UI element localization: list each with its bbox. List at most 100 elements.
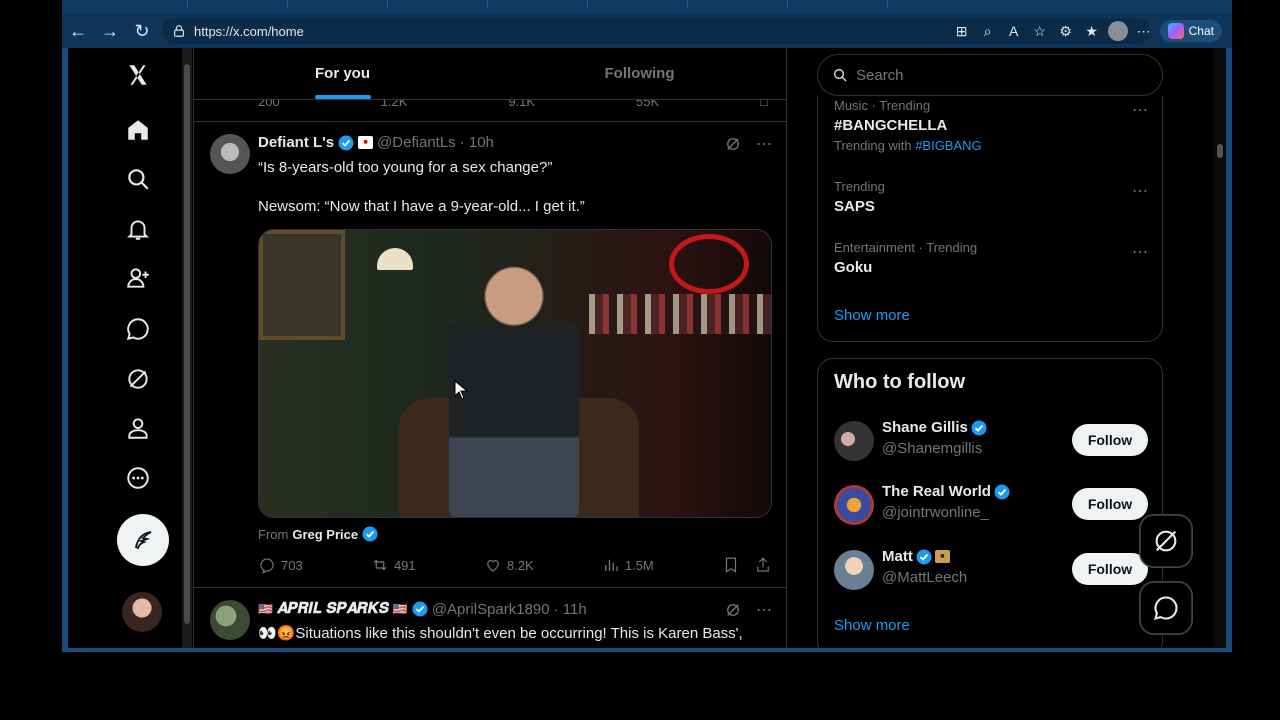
tweet[interactable]: 🇺🇸 𝑨𝑷𝑹𝑰𝑳 𝑺𝑷𝑨𝑹𝑲𝑺 🇺🇸 @AprilSpark1890 · 11h…	[194, 587, 786, 648]
notifications-bell-icon[interactable]	[123, 214, 153, 244]
browser-tab[interactable]	[588, 0, 688, 8]
profile-icon[interactable]	[123, 413, 153, 443]
verified-badge-icon	[916, 549, 932, 564]
x-logo-icon[interactable]	[123, 60, 153, 90]
zoom-icon[interactable]: ⌕	[978, 21, 998, 41]
like-count: 8.2K	[506, 557, 534, 573]
tweet-more-icon[interactable]: ⋯	[756, 134, 772, 154]
tweet-author-avatar[interactable]	[210, 600, 250, 640]
messages-float-button[interactable]	[1140, 582, 1192, 634]
us-flag-icon: 🇺🇸	[392, 602, 408, 616]
extensions-icon[interactable]: ⚙	[1056, 21, 1076, 41]
trend-item[interactable]: Entertainment · Trending Goku ⋯	[834, 240, 1148, 276]
follow-people-icon[interactable]	[123, 263, 153, 293]
bookmark-icon[interactable]	[722, 556, 740, 574]
profile-icon[interactable]	[1107, 21, 1128, 41]
active-tab-indicator	[314, 95, 371, 99]
trend-more-icon[interactable]: ⋯	[1132, 100, 1148, 120]
suggestion-name: Shane Gillis	[882, 419, 968, 436]
verified-badge-icon	[994, 484, 1010, 499]
app-available-icon[interactable]: ⊞	[952, 21, 972, 41]
grok-icon[interactable]	[724, 601, 742, 619]
tweet-author-handle[interactable]: @AprilSpark1890	[432, 601, 550, 618]
tweet[interactable]: Defiant L's ■ @DefiantLs · 10h ⋯ “Is 8-y…	[194, 121, 786, 587]
trend-item[interactable]: Music · Trending #BANGCHELLA Trending wi…	[834, 98, 1148, 153]
verified-badge-icon	[362, 526, 378, 542]
tweet-author-name[interactable]: 𝑨𝑷𝑹𝑰𝑳 𝑺𝑷𝑨𝑹𝑲𝑺	[277, 600, 389, 618]
trend-more-icon[interactable]: ⋯	[1132, 242, 1148, 262]
trend-sub-prefix: Trending with	[834, 138, 912, 153]
from-name[interactable]: Greg Price	[292, 527, 358, 542]
tweet-author-avatar[interactable]	[210, 134, 250, 174]
trend-item[interactable]: Trending SAPS ⋯	[834, 179, 1148, 215]
account-avatar[interactable]	[122, 592, 162, 632]
follow-button[interactable]: Follow	[1072, 553, 1148, 585]
grok-float-button[interactable]	[1140, 515, 1192, 567]
right-scrollbar[interactable]	[1214, 48, 1226, 648]
reply-button[interactable]: 703	[258, 556, 303, 574]
browser-tab[interactable]	[488, 0, 588, 8]
avatar[interactable]	[834, 421, 874, 461]
tweet-actions: 703 491 8.2K 1.5M	[258, 556, 772, 574]
favorites-icon[interactable]: ★	[1082, 21, 1102, 41]
tweet-video[interactable]	[258, 229, 772, 518]
messages-bubble-icon	[1154, 596, 1178, 620]
tweet-text: “Is 8-years-old too young for a sex chan…	[258, 158, 768, 217]
browser-tab[interactable]	[188, 0, 288, 8]
browser-tab[interactable]	[788, 0, 888, 8]
home-icon[interactable]	[123, 115, 153, 145]
trends-show-more-link[interactable]: Show more	[834, 307, 910, 324]
forward-button[interactable]: →	[94, 17, 126, 45]
avatar[interactable]	[834, 485, 874, 525]
tweet-more-icon[interactable]: ⋯	[756, 600, 772, 620]
read-aloud-icon[interactable]: A	[1004, 21, 1024, 41]
follow-suggestion[interactable]: Matt ■ @MattLeech Follow	[834, 548, 1148, 592]
suggestion-handle: @jointrwonline_	[882, 504, 989, 521]
views-chart-icon	[604, 559, 618, 571]
grok-icon[interactable]	[724, 135, 742, 153]
browser-tab[interactable]	[98, 0, 188, 8]
tweet-time[interactable]: · 10h	[460, 134, 494, 151]
avatar[interactable]	[834, 550, 874, 590]
verified-badge-icon	[412, 601, 428, 617]
messages-bubble-icon[interactable]	[123, 314, 153, 344]
browser-tab[interactable]	[688, 0, 788, 8]
suggestion-name: The Real World	[882, 483, 991, 500]
left-scrollbar[interactable]	[182, 48, 192, 648]
tab-following[interactable]: Following	[491, 48, 786, 99]
more-icon[interactable]: ⋯	[1134, 21, 1154, 41]
trend-subtitle: Trending with #BIGBANG	[834, 138, 1148, 153]
repost-button[interactable]: 491	[371, 556, 416, 574]
reply-count: 703	[281, 557, 303, 573]
search-icon[interactable]	[123, 164, 153, 194]
who-to-follow-show-more-link[interactable]: Show more	[834, 617, 910, 634]
follow-suggestion[interactable]: The Real World @jointrwonline_ Follow	[834, 483, 1148, 527]
trend-more-icon[interactable]: ⋯	[1132, 181, 1148, 201]
follow-button[interactable]: Follow	[1072, 424, 1148, 456]
follow-button[interactable]: Follow	[1072, 488, 1148, 520]
tweet-text-line: “Is 8-years-old too young for a sex chan…	[258, 159, 553, 176]
browser-tab[interactable]	[388, 0, 488, 8]
tweet-author-name[interactable]: Defiant L's	[258, 134, 334, 151]
refresh-button[interactable]: ↻	[126, 17, 158, 45]
tweet-time[interactable]: · 11h	[554, 601, 587, 618]
trends-panel: Music · Trending #BANGCHELLA Trending wi…	[817, 96, 1163, 342]
copilot-chat-button[interactable]: Chat	[1159, 20, 1222, 42]
share-icon[interactable]	[754, 556, 772, 574]
tab-for-you[interactable]: For you	[194, 48, 491, 99]
tweet-header: 🇺🇸 𝑨𝑷𝑹𝑰𝑳 𝑺𝑷𝑨𝑹𝑲𝑺 🇺🇸 @AprilSpark1890 · 11h	[258, 600, 587, 618]
like-button[interactable]: 8.2K	[484, 556, 534, 574]
browser-tab[interactable]	[288, 0, 388, 8]
trend-link[interactable]: #BIGBANG	[915, 138, 981, 153]
tweet-author-handle[interactable]: @DefiantLs	[377, 134, 456, 151]
tweet-header: Defiant L's ■ @DefiantLs · 10h	[258, 134, 494, 151]
grok-icon[interactable]	[123, 364, 153, 394]
search-input[interactable]: Search	[817, 54, 1163, 96]
follow-suggestion[interactable]: Shane Gillis @Shanemgillis Follow	[834, 419, 1148, 463]
more-options-icon[interactable]	[123, 463, 153, 493]
views-button[interactable]: 1.5M	[602, 556, 654, 574]
compose-post-button[interactable]	[117, 514, 169, 566]
favorite-star-icon[interactable]: ☆	[1030, 21, 1050, 41]
site-info-icon[interactable]	[172, 24, 186, 38]
back-button[interactable]: ←	[62, 17, 94, 45]
